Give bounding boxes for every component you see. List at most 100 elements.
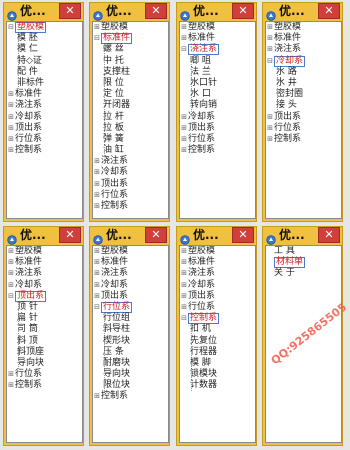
expand-toggle-icon[interactable]: ⊞ [7, 246, 15, 257]
tree-child-item[interactable]: 导向块 [7, 357, 82, 370]
tree-item[interactable]: ⊞塑胶模 [180, 22, 255, 33]
title-bar[interactable]: 优... ✕ [3, 2, 84, 21]
tree-item[interactable]: ⊞冷却系 [93, 280, 168, 291]
collapse-toggle-icon[interactable]: ⊟ [7, 22, 15, 33]
expand-toggle-icon[interactable]: ⊞ [180, 22, 188, 33]
expand-toggle-icon[interactable]: ⊞ [180, 291, 188, 302]
tree-item[interactable]: ⊞冷却系 [180, 280, 255, 291]
tree-item[interactable]: ⊞标准件 [180, 33, 255, 44]
expand-toggle-icon[interactable]: ⊞ [93, 291, 101, 302]
tree-child-item[interactable]: 模 胚 [7, 33, 82, 45]
tree-child-item[interactable]: 水 井 [266, 77, 341, 90]
collapse-toggle-icon[interactable]: ⊟ [7, 291, 15, 302]
tree-item[interactable]: ⊞冷却系 [7, 280, 82, 291]
tree-child-item[interactable]: 水 口 [180, 89, 255, 101]
tree-child-item[interactable]: 配 件 [7, 66, 82, 79]
title-bar[interactable]: 优... ✕ [89, 226, 170, 245]
tree-child-item[interactable]: 油 缸 [93, 145, 168, 157]
collapse-toggle-icon[interactable]: ⊟ [93, 302, 101, 313]
expand-toggle-icon[interactable]: ⊞ [7, 145, 15, 156]
tree-item[interactable]: ⊞塑胶模 [7, 246, 82, 257]
tree-child-item[interactable]: 拉 板 [93, 122, 168, 135]
tree-item[interactable]: ⊞浇注系 [180, 268, 255, 279]
tree-item[interactable]: ⊞顶出系 [93, 291, 168, 302]
expand-toggle-icon[interactable]: ⊞ [180, 268, 188, 279]
tree-child-item[interactable]: 特◇证 [7, 55, 82, 67]
tree-child-item[interactable]: 楔形块 [93, 335, 168, 347]
tree-child-item[interactable]: 中 托 [93, 55, 168, 67]
tree-child-item[interactable]: 斜 顶 [7, 335, 82, 347]
expand-toggle-icon[interactable]: ⊞ [93, 268, 101, 279]
tree-item[interactable]: ⊞浇注系 [93, 156, 168, 167]
tree-item[interactable]: ⊞行位系 [93, 190, 168, 201]
expand-toggle-icon[interactable]: ⊞ [93, 280, 101, 291]
tree-item[interactable]: ⊞塑胶模 [266, 22, 341, 33]
tree-child-item[interactable]: 耐磨块 [93, 357, 168, 370]
expand-toggle-icon[interactable]: ⊞ [7, 280, 15, 291]
close-button[interactable]: ✕ [318, 227, 340, 243]
tree-child-item[interactable]: 唧 咀 [180, 55, 255, 67]
expand-toggle-icon[interactable]: ⊞ [7, 123, 15, 134]
tree-item[interactable]: ⊞行位系 [180, 134, 255, 145]
tree-item[interactable]: ⊞行位系 [266, 123, 341, 134]
tree-child-item[interactable]: 导向块 [93, 369, 168, 381]
expand-toggle-icon[interactable]: ⊞ [93, 190, 101, 201]
tree-child-item[interactable]: 模 仁 [7, 44, 82, 56]
expand-toggle-icon[interactable]: ⊞ [7, 257, 15, 268]
expand-toggle-icon[interactable]: ⊞ [93, 201, 101, 212]
tree-child-item[interactable]: 顶 针 [7, 301, 82, 314]
collapse-toggle-icon[interactable]: ⊟ [180, 44, 188, 55]
close-button[interactable]: ✕ [318, 3, 340, 19]
tree-item[interactable]: ⊞控制系 [180, 145, 255, 156]
tree-item[interactable]: ⊟ 顶出系 [7, 290, 82, 302]
tree-child-item[interactable]: 压 条 [93, 346, 168, 359]
tree-child-item[interactable]: 锁模块 [180, 369, 255, 381]
tree-child-item[interactable]: 水口针 [180, 77, 255, 90]
expand-toggle-icon[interactable]: ⊞ [180, 123, 188, 134]
tree-child-item[interactable]: 计数器 [180, 380, 255, 392]
tree-child-item[interactable]: 法 兰 [180, 66, 255, 79]
title-bar[interactable]: 优... ✕ [262, 226, 343, 245]
tree-item[interactable]: 工 具 [266, 246, 341, 257]
tree-item[interactable]: ⊞标准件 [7, 257, 82, 268]
tree-child-item[interactable]: 接 头 [266, 100, 341, 112]
close-button[interactable]: ✕ [145, 3, 167, 19]
tree-item[interactable]: ⊟ 控制系 [180, 313, 255, 325]
tree-item[interactable]: ⊟ 标准件 [93, 33, 168, 45]
expand-toggle-icon[interactable]: ⊞ [180, 246, 188, 257]
tree-child-item[interactable]: 行程器 [180, 346, 255, 359]
tree-child-item[interactable]: 拉 杆 [93, 111, 168, 123]
tree-item[interactable]: ⊞标准件 [93, 257, 168, 268]
tree-item[interactable]: ⊞标准件 [266, 33, 341, 44]
tree-item[interactable]: ⊞浇注系 [93, 268, 168, 279]
tree-item[interactable]: ⊞控制系 [93, 391, 168, 402]
expand-toggle-icon[interactable]: ⊞ [93, 391, 101, 402]
expand-toggle-icon[interactable]: ⊞ [7, 380, 15, 391]
tree-child-item[interactable]: 斜导柱 [93, 324, 168, 336]
title-bar[interactable]: 优... ✕ [262, 2, 343, 21]
tree-child-item[interactable]: 开闭器 [93, 100, 168, 112]
tree-item[interactable]: ⊞标准件 [180, 257, 255, 268]
close-button[interactable]: ✕ [145, 227, 167, 243]
expand-toggle-icon[interactable]: ⊞ [180, 302, 188, 313]
tree-child-item[interactable]: 行位组 [93, 313, 168, 325]
tree-item[interactable]: ⊞塑胶模 [93, 22, 168, 33]
expand-toggle-icon[interactable]: ⊞ [93, 167, 101, 178]
collapse-toggle-icon[interactable]: ⊟ [93, 33, 101, 44]
title-bar[interactable]: 优... ✕ [3, 226, 84, 245]
expand-toggle-icon[interactable]: ⊞ [180, 145, 188, 156]
expand-toggle-icon[interactable]: ⊞ [180, 280, 188, 291]
tree-item[interactable]: ⊞行位系 [7, 134, 82, 145]
expand-toggle-icon[interactable]: ⊞ [180, 112, 188, 123]
tree-item[interactable]: ⊞行位系 [180, 302, 255, 313]
title-bar[interactable]: 优... ✕ [176, 2, 257, 21]
expand-toggle-icon[interactable]: ⊞ [7, 369, 15, 380]
tree-item[interactable]: ⊞顶出系 [93, 179, 168, 190]
tree-item[interactable]: ⊞塑胶模 [93, 246, 168, 257]
title-bar[interactable]: 优... ✕ [176, 226, 257, 245]
expand-toggle-icon[interactable]: ⊞ [180, 257, 188, 268]
tree-item[interactable]: ⊞控制系 [266, 134, 341, 145]
collapse-toggle-icon[interactable]: ⊟ [266, 56, 274, 67]
close-button[interactable]: ✕ [59, 227, 81, 243]
tree-child-item[interactable]: 密封圈 [266, 89, 341, 101]
